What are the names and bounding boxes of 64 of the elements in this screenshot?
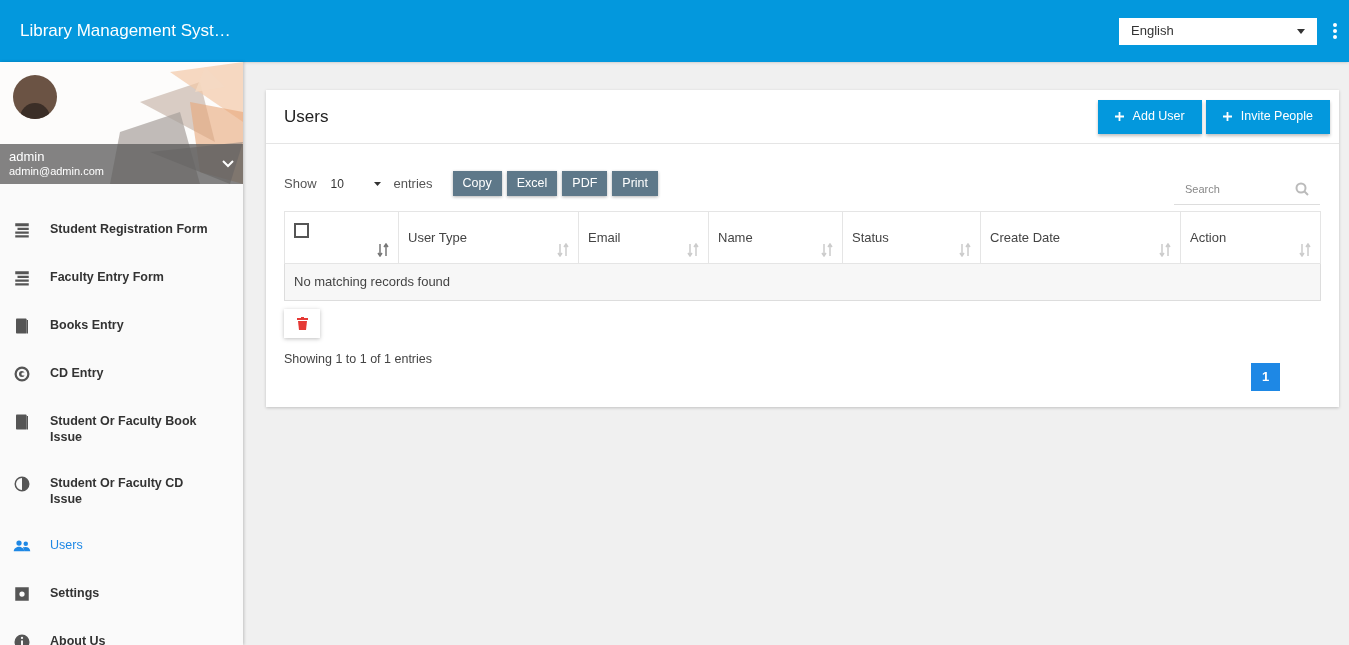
entries-label: entries — [393, 174, 433, 193]
sidebar-label: Books Entry — [50, 317, 124, 333]
sidebar-item[interactable]: Faculty Entry Form — [0, 268, 243, 316]
settings-icon — [13, 585, 31, 603]
contrast-icon — [13, 475, 31, 493]
column-header[interactable]: Action — [1180, 211, 1321, 264]
sidebar-item[interactable]: Books Entry — [0, 316, 243, 364]
export-button[interactable]: Print — [612, 171, 659, 196]
checkbox[interactable] — [294, 223, 309, 238]
sidebar-item[interactable]: Settings — [0, 584, 243, 632]
caret-icon — [373, 181, 381, 186]
plus-icon — [1114, 112, 1124, 121]
search-field[interactable]: Search — [1185, 180, 1285, 198]
column-header[interactable]: User Type — [398, 211, 579, 264]
table-info: Showing 1 to 1 of 1 entries — [284, 351, 432, 368]
sort-icon — [377, 243, 389, 257]
card-title: Users — [284, 105, 329, 128]
plus-icon — [1222, 112, 1232, 121]
profile-email: admin@admin.com — [9, 165, 105, 179]
book-icon — [13, 413, 31, 431]
chevron-icon[interactable] — [222, 160, 234, 168]
sidebar-item[interactable]: Users — [0, 536, 243, 584]
page-button[interactable]: 1 — [1251, 363, 1280, 391]
sort-icon — [821, 243, 833, 257]
sidebar-label: Student Or Faculty Book Issue — [50, 413, 198, 445]
empty-message: No matching records found — [284, 263, 1321, 301]
sidebar-label: Faculty Entry Form — [50, 269, 164, 285]
show-label: Show — [284, 174, 317, 193]
sidebar-item[interactable]: About Us — [0, 632, 243, 645]
sidebar-item[interactable]: Student Registration Form — [0, 220, 243, 268]
sidebar-label: Student Or Faculty CD Issue — [50, 475, 185, 507]
language-select[interactable]: English — [1119, 17, 1317, 45]
sort-icon — [959, 243, 971, 257]
delete-button[interactable] — [284, 309, 320, 338]
more-icon[interactable] — [1333, 23, 1337, 39]
column-header[interactable]: Email — [578, 211, 709, 264]
app-title: Library Management Syst… — [20, 20, 231, 43]
book-icon — [13, 317, 31, 335]
export-button[interactable]: Copy — [452, 171, 502, 196]
sidebar-item[interactable]: Student Or Faculty Book Issue — [0, 412, 243, 474]
copyright-icon — [13, 365, 31, 383]
page-size-select[interactable]: 10 — [330, 174, 381, 193]
sidebar-label: About Us — [50, 633, 106, 645]
profile-name: admin — [9, 149, 46, 166]
column-header[interactable]: Status — [842, 211, 981, 264]
sidebar-label: Users — [50, 537, 83, 553]
search-icon — [1295, 182, 1309, 196]
list-icon — [13, 221, 31, 239]
sort-icon — [557, 243, 569, 257]
sort-icon — [687, 243, 699, 257]
column-header[interactable]: Create Date — [980, 211, 1181, 264]
caret-icon — [1297, 28, 1305, 34]
list-icon — [13, 269, 31, 287]
sidebar-label: CD Entry — [50, 365, 104, 381]
sort-icon — [1299, 243, 1311, 257]
export-button[interactable]: Excel — [506, 171, 558, 196]
sidebar-label: Student Registration Form — [50, 221, 208, 237]
column-header[interactable]: Name — [708, 211, 843, 264]
sidebar-item[interactable]: Student Or Faculty CD Issue — [0, 474, 243, 536]
trash-icon — [296, 317, 308, 330]
sort-icon — [1159, 243, 1171, 257]
sidebar-item[interactable]: CD Entry — [0, 364, 243, 412]
sidebar-label: Settings — [50, 585, 100, 601]
export-button[interactable]: PDF — [562, 171, 608, 196]
